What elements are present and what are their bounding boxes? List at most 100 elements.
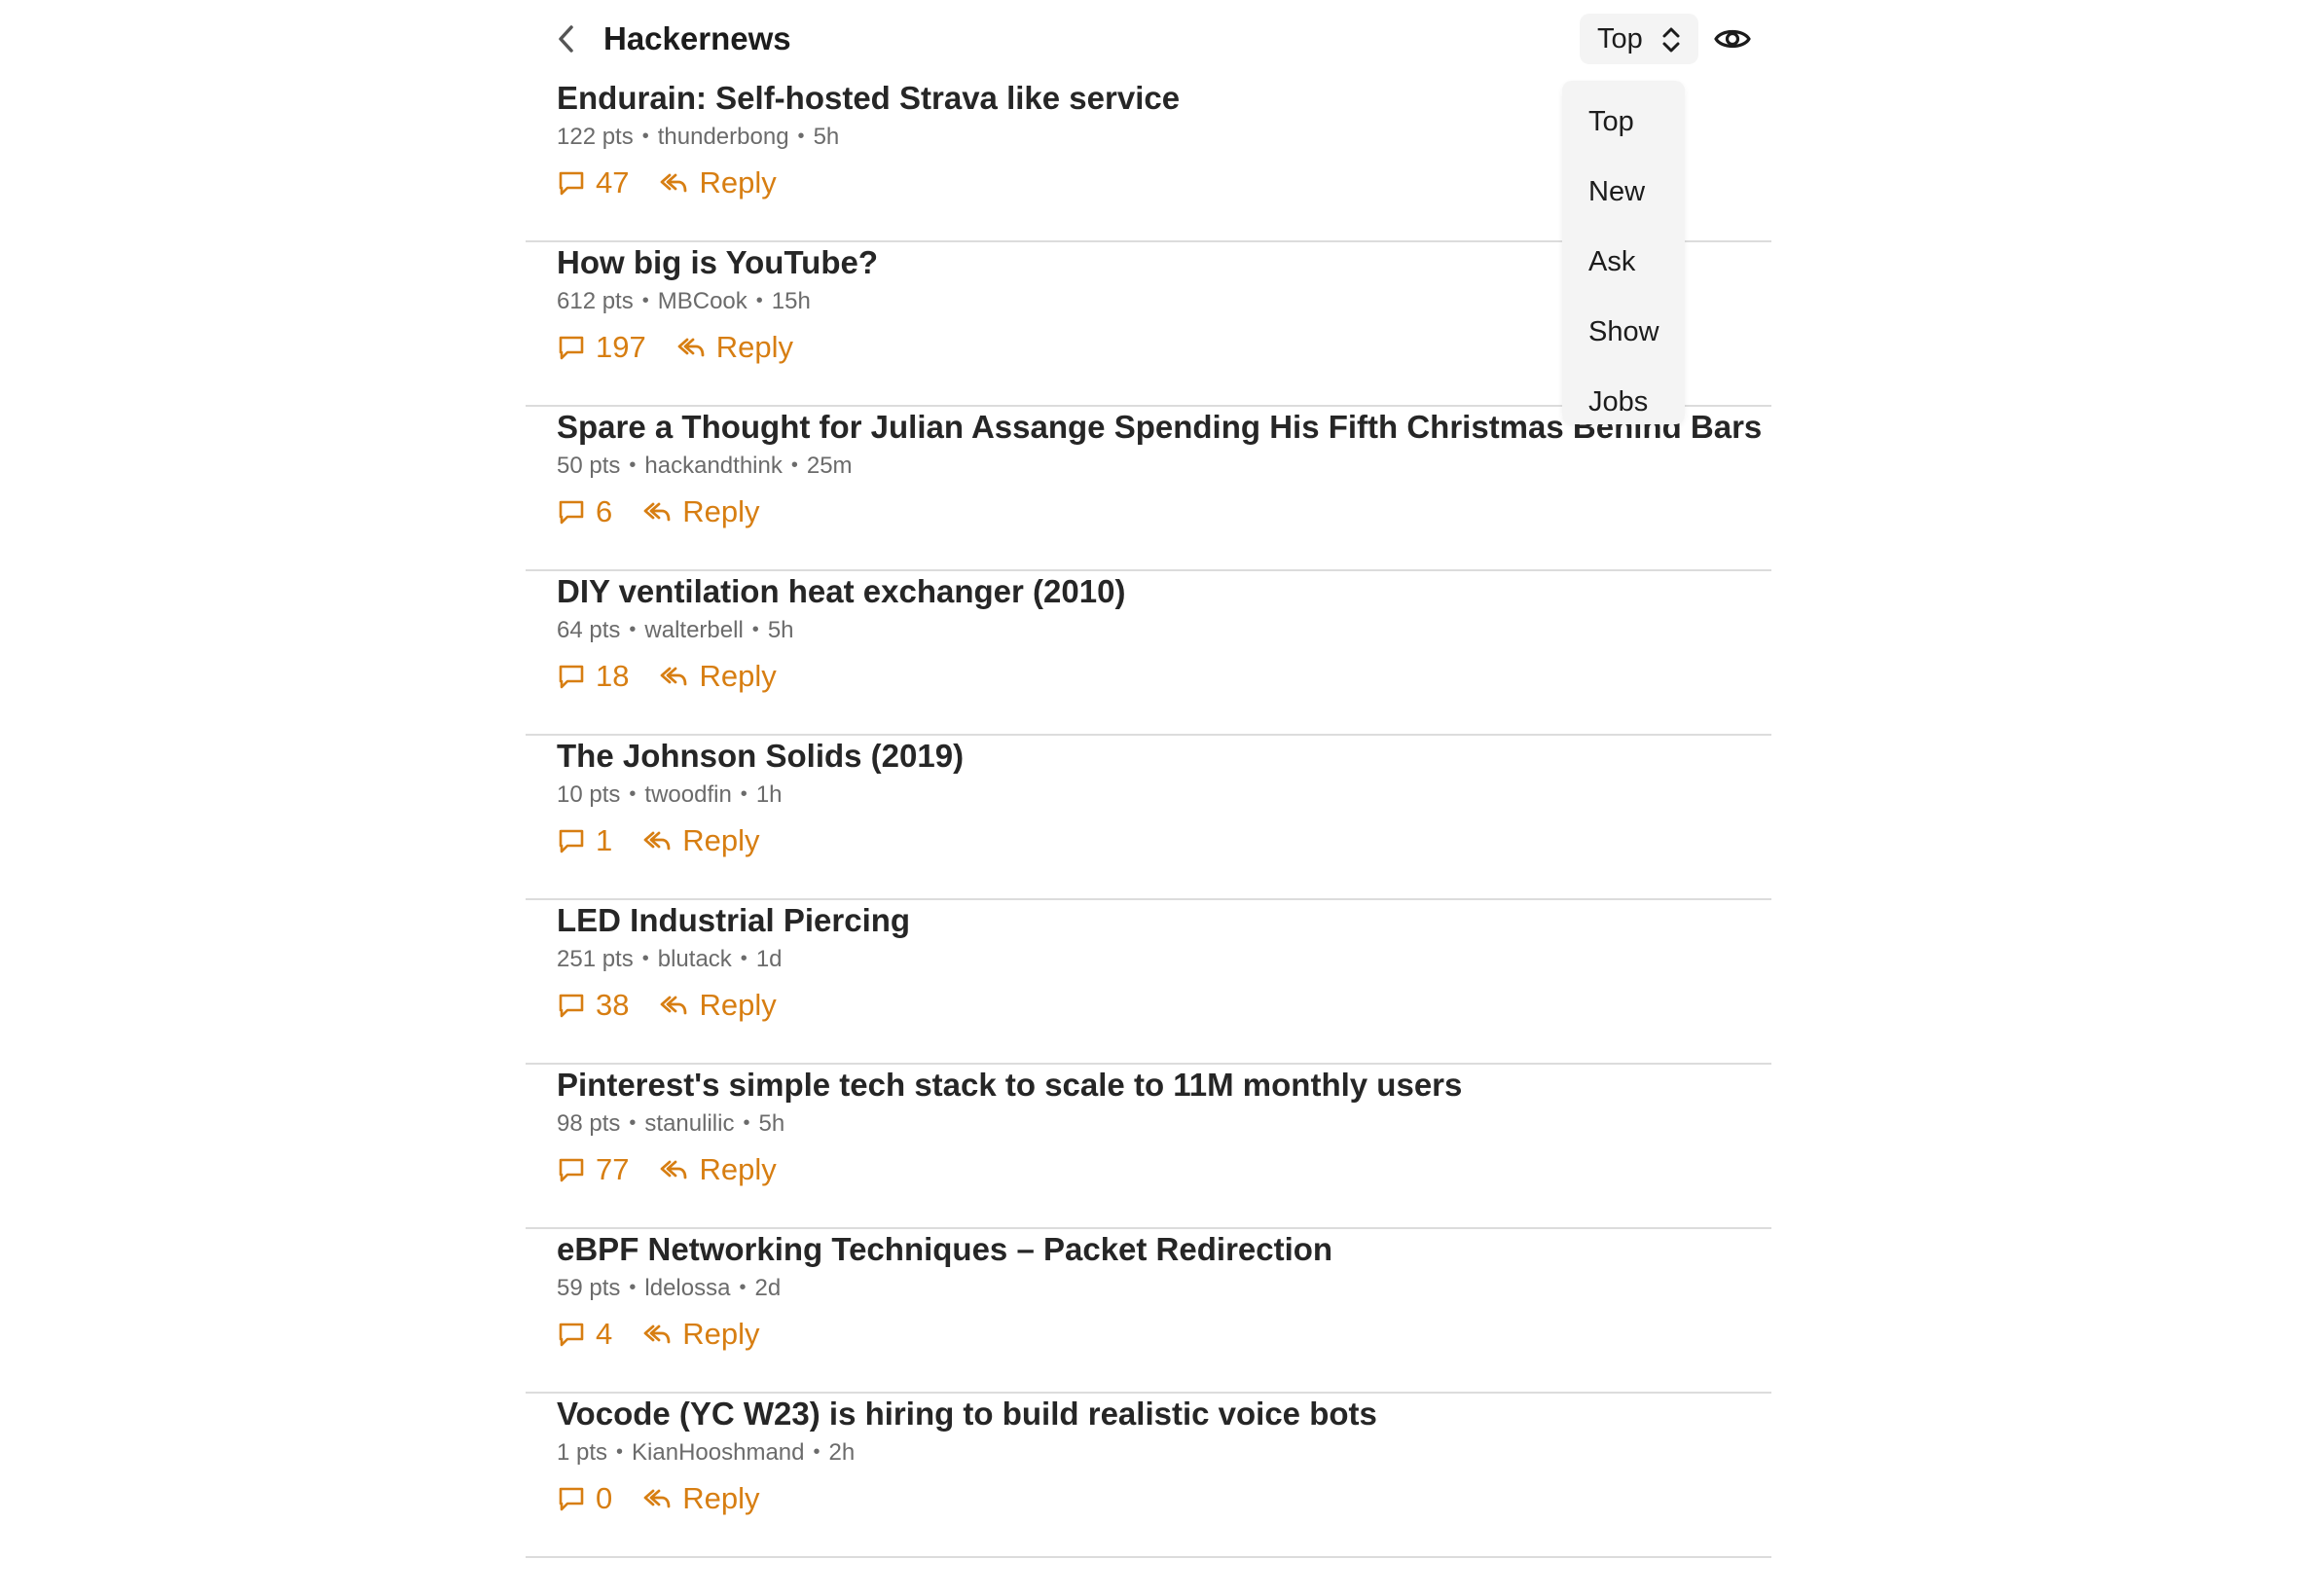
dropdown-item-top[interactable]: Top [1562, 87, 1685, 157]
reply-button[interactable]: Reply [658, 655, 777, 698]
story-points: 50 pts [557, 453, 621, 479]
story-age: 5h [813, 124, 840, 150]
story-title[interactable]: How big is YouTube? [557, 242, 878, 283]
story-title[interactable]: LED Industrial Piercing [557, 900, 910, 941]
comment-count: 6 [596, 494, 613, 528]
comment-count: 1 [596, 823, 613, 857]
story-author[interactable]: thunderbong [658, 124, 789, 150]
separator-dot: • [813, 1441, 820, 1463]
comment-icon [559, 1487, 584, 1511]
comment-icon [559, 1323, 584, 1347]
comments-button[interactable]: 1 [557, 819, 612, 862]
comments-button[interactable]: 197 [557, 326, 646, 369]
comments-button[interactable]: 38 [557, 984, 629, 1027]
dropdown-item-ask[interactable]: Ask [1562, 227, 1685, 297]
comments-button[interactable]: 6 [557, 490, 612, 533]
reply-button[interactable]: Reply [641, 1313, 760, 1356]
story-meta: 50 pts • hackandthink • 25m [557, 452, 853, 482]
reply-all-icon [643, 502, 671, 522]
reply-label: Reply [682, 1481, 760, 1515]
story-author[interactable]: ldelossa [644, 1275, 730, 1301]
comment-count: 47 [596, 165, 630, 200]
separator-dot: • [629, 783, 637, 805]
story-item: LED Industrial Piercing 251 pts • blutack •… [526, 900, 1771, 1065]
story-title[interactable]: Pinterest's simple tech stack to scale t… [557, 1065, 1462, 1106]
story-actions: 6 Reply [557, 490, 760, 533]
reply-button[interactable]: Reply [641, 490, 760, 533]
separator-dot: • [616, 1441, 624, 1463]
story-points: 1 pts [557, 1439, 608, 1466]
reply-all-icon [677, 338, 705, 357]
reply-button[interactable]: Reply [658, 162, 777, 204]
story-age: 5h [758, 1110, 785, 1137]
comments-button[interactable]: 0 [557, 1477, 612, 1520]
comments-button[interactable]: 18 [557, 655, 629, 698]
dropdown-items: Top New Ask Show Jobs [1562, 87, 1685, 437]
story-age: 1d [755, 946, 783, 972]
story-age: 2h [828, 1439, 856, 1466]
dropdown-item-new[interactable]: New [1562, 157, 1685, 227]
separator-dot: • [790, 454, 798, 476]
page-title: Hackernews [603, 20, 791, 56]
reply-button[interactable]: Reply [658, 984, 777, 1027]
story-actions: 47 Reply [557, 162, 777, 204]
comment-count: 38 [596, 988, 630, 1022]
reply-label: Reply [699, 1152, 777, 1186]
story-author[interactable]: blutack [658, 946, 732, 972]
story-points: 64 pts [557, 617, 621, 643]
story-meta: 612 pts • MBCook • 15h [557, 287, 811, 317]
story-actions: 4 Reply [557, 1313, 760, 1356]
sort-select[interactable]: Top [1580, 14, 1698, 64]
view-toggle-button[interactable] [1712, 19, 1753, 58]
story-title[interactable]: The Johnson Solids (2019) [557, 736, 964, 777]
story-meta: 64 pts • walterbell • 5h [557, 616, 794, 646]
story-author[interactable]: KianHooshmand [632, 1439, 804, 1466]
reply-button[interactable]: Reply [641, 819, 760, 862]
reply-label: Reply [699, 988, 777, 1022]
story-points: 98 pts [557, 1110, 621, 1137]
story-item: Vocode (YC W23) is hiring to build reali… [526, 1394, 1771, 1558]
story-age: 15h [771, 288, 811, 314]
separator-dot: • [751, 619, 759, 640]
story-age: 25m [806, 453, 853, 479]
story-author[interactable]: stanulilic [644, 1110, 734, 1137]
reply-all-icon [643, 1489, 671, 1508]
story-meta: 10 pts • twoodfin • 1h [557, 780, 783, 811]
story-actions: 197 Reply [557, 326, 793, 369]
separator-dot: • [629, 1277, 637, 1298]
app: Hackernews Top Endurain: Self-hosted Str… [0, 0, 2297, 1596]
header: Hackernews Top [526, 0, 1771, 78]
story-meta: 1 pts • KianHooshmand • 2h [557, 1438, 855, 1469]
comments-button[interactable]: 77 [557, 1148, 629, 1191]
separator-dot: • [641, 290, 649, 311]
comment-icon [559, 171, 584, 196]
comment-icon [559, 829, 584, 853]
dropdown-item-jobs[interactable]: Jobs [1562, 367, 1685, 437]
story-author[interactable]: walterbell [644, 617, 743, 643]
story-meta: 98 pts • stanulilic • 5h [557, 1109, 784, 1140]
story-title[interactable]: eBPF Networking Techniques – Packet Redi… [557, 1229, 1332, 1270]
eye-icon [1714, 29, 1751, 49]
story-author[interactable]: hackandthink [644, 453, 782, 479]
comments-button[interactable]: 4 [557, 1313, 612, 1356]
story-title[interactable]: Endurain: Self-hosted Strava like servic… [557, 78, 1180, 119]
reply-button[interactable]: Reply [658, 1148, 777, 1191]
story-title[interactable]: Vocode (YC W23) is hiring to build reali… [557, 1394, 1377, 1434]
chevron-up-down-icon [1662, 27, 1680, 53]
comment-count: 197 [596, 330, 646, 364]
story-points: 59 pts [557, 1275, 621, 1301]
story-item: eBPF Networking Techniques – Packet Redi… [526, 1229, 1771, 1394]
reply-button[interactable]: Reply [641, 1477, 760, 1520]
story-author[interactable]: twoodfin [644, 781, 731, 808]
reply-button[interactable]: Reply [675, 326, 793, 369]
story-author[interactable]: MBCook [658, 288, 747, 314]
story-age: 5h [767, 617, 794, 643]
story-age: 1h [755, 781, 783, 808]
dropdown-item-show[interactable]: Show [1562, 297, 1685, 367]
back-button[interactable] [549, 19, 584, 58]
comments-button[interactable]: 47 [557, 162, 629, 204]
story-age: 2d [754, 1275, 782, 1301]
story-actions: 1 Reply [557, 819, 760, 862]
sort-select-value: Top [1597, 22, 1643, 54]
story-title[interactable]: DIY ventilation heat exchanger (2010) [557, 571, 1125, 612]
